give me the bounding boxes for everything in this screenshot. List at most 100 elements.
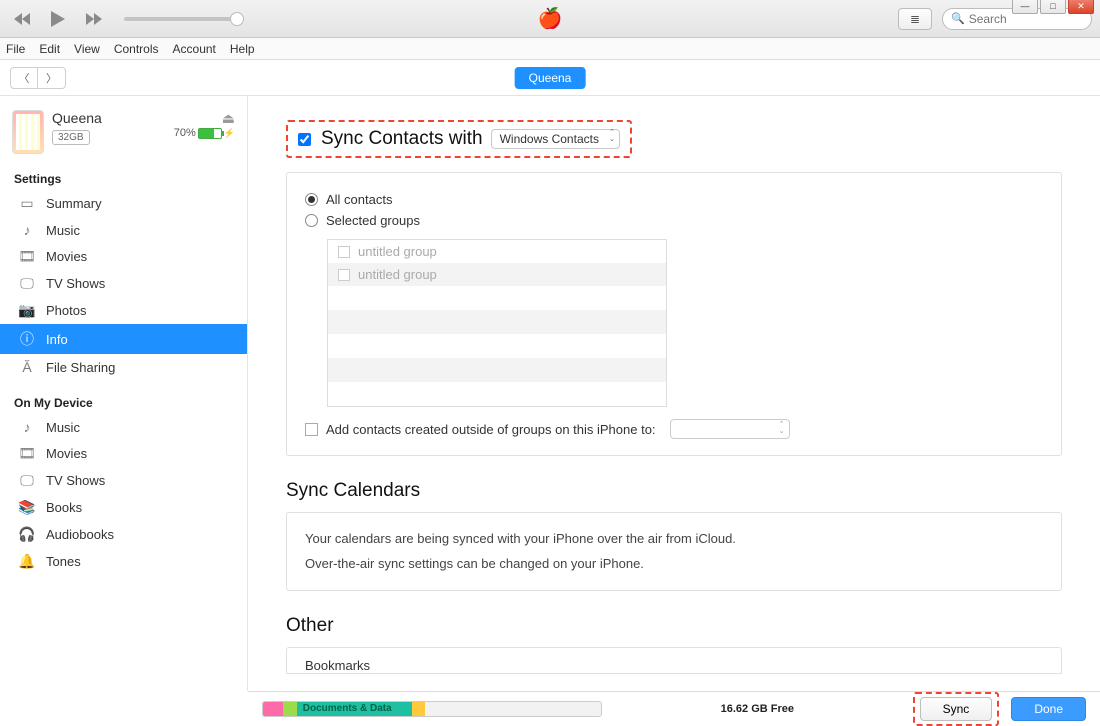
sidebar-item-movies[interactable]: 🎞 Movies <box>0 243 247 270</box>
sync-contacts-title: Sync Contacts with <box>321 128 483 150</box>
sidebar-item-music[interactable]: ♪ Music <box>0 217 247 243</box>
calendars-line1: Your calendars are being synced with you… <box>305 527 1043 552</box>
tv-icon: 🖵 <box>18 472 36 489</box>
music-icon: ♪ <box>18 222 36 238</box>
sidebar: Queena 32GB ⏏ 70% ⚡ Settings ▭Summary ♪M… <box>0 96 248 691</box>
sidebar-label: Movies <box>46 249 87 264</box>
calendars-line2: Over-the-air sync settings can be change… <box>305 552 1043 577</box>
usage-seg <box>412 702 426 716</box>
prev-track-button[interactable] <box>8 8 36 30</box>
capacity-badge: 32GB <box>52 130 90 145</box>
movies-icon: 🎞 <box>18 445 36 462</box>
sync-contacts-checkbox[interactable] <box>298 133 311 146</box>
contacts-panel: All contacts Selected groups untitled gr… <box>286 172 1062 456</box>
close-button[interactable]: ✕ <box>1068 0 1094 14</box>
summary-icon: ▭ <box>18 195 36 212</box>
highlight-sync-button: Sync <box>913 692 1000 726</box>
body: Queena 32GB ⏏ 70% ⚡ Settings ▭Summary ♪M… <box>0 96 1100 691</box>
radio-label: All contacts <box>326 192 392 207</box>
sidebar-label: TV Shows <box>46 276 105 291</box>
radio-all-contacts[interactable]: All contacts <box>305 189 1043 210</box>
books-icon: 📚 <box>18 499 36 516</box>
sidebar-label: Music <box>46 420 80 435</box>
info-icon: ⓘ <box>18 329 36 349</box>
sidebar-label: Summary <box>46 196 102 211</box>
nav-row: 〈 〉 Queena <box>0 60 1100 96</box>
device-header: Queena 32GB ⏏ 70% ⚡ <box>0 106 247 162</box>
sidebar-item-info[interactable]: ⓘ Info <box>0 324 247 354</box>
menu-bar: File Edit View Controls Account Help <box>0 38 1100 60</box>
group-row[interactable]: untitled group <box>328 263 666 286</box>
sidebar-dev-tones[interactable]: 🔔Tones <box>0 548 247 575</box>
storage-usage-bar[interactable]: Documents & Data <box>262 701 602 717</box>
sidebar-dev-audiobooks[interactable]: 🎧Audiobooks <box>0 521 247 548</box>
next-track-button[interactable] <box>80 8 108 30</box>
menu-view[interactable]: View <box>74 42 100 56</box>
sidebar-label: Photos <box>46 303 86 318</box>
battery-indicator: 70% ⚡ <box>174 127 235 139</box>
calendars-title: Sync Calendars <box>286 480 1062 502</box>
volume-slider[interactable] <box>124 17 244 21</box>
group-row-empty <box>328 334 666 358</box>
group-row[interactable]: untitled group <box>328 240 666 263</box>
menu-file[interactable]: File <box>6 42 25 56</box>
group-label: untitled group <box>358 244 437 259</box>
battery-icon <box>198 128 222 139</box>
eject-icon[interactable]: ⏏ <box>222 110 235 126</box>
group-row-empty <box>328 358 666 382</box>
usage-seg-free <box>425 702 601 716</box>
sidebar-item-summary[interactable]: ▭ Summary <box>0 190 247 217</box>
volume-knob[interactable] <box>230 12 244 26</box>
sidebar-label: File Sharing <box>46 360 115 375</box>
sidebar-label: Tones <box>46 554 81 569</box>
sidebar-label: Books <box>46 500 82 515</box>
play-button[interactable] <box>44 8 72 30</box>
list-view-button[interactable]: ≣ <box>898 8 932 30</box>
other-title: Other <box>286 615 1062 637</box>
free-space-label: 16.62 GB Free <box>721 703 794 715</box>
add-outside-label: Add contacts created outside of groups o… <box>326 422 656 437</box>
menu-account[interactable]: Account <box>173 42 216 56</box>
sidebar-dev-movies[interactable]: 🎞Movies <box>0 440 247 467</box>
forward-button[interactable]: 〉 <box>38 67 66 89</box>
add-outside-checkbox[interactable] <box>305 423 318 436</box>
calendars-panel: Your calendars are being synced with you… <box>286 512 1062 591</box>
maximize-button[interactable]: □ <box>1040 0 1066 14</box>
device-pill[interactable]: Queena <box>515 67 586 89</box>
sidebar-item-filesharing[interactable]: ĂFile Sharing <box>0 354 247 380</box>
sidebar-item-tvshows[interactable]: 🖵TV Shows <box>0 270 247 297</box>
menu-edit[interactable]: Edit <box>39 42 60 56</box>
playback-controls <box>8 8 244 30</box>
sidebar-item-photos[interactable]: 📷 Photos <box>0 297 247 324</box>
usage-seg <box>283 702 297 716</box>
bookmarks-label: Bookmarks <box>305 658 1043 673</box>
group-checkbox[interactable] <box>338 269 350 281</box>
menu-help[interactable]: Help <box>230 42 255 56</box>
sidebar-dev-music[interactable]: ♪Music <box>0 414 247 440</box>
minimize-button[interactable]: — <box>1012 0 1038 14</box>
sync-contacts-select[interactable]: Windows Contacts <box>491 129 620 149</box>
group-row-empty <box>328 286 666 310</box>
movies-icon: 🎞 <box>18 248 36 265</box>
back-button[interactable]: 〈 <box>10 67 38 89</box>
done-button[interactable]: Done <box>1011 697 1086 721</box>
photos-icon: 📷 <box>18 302 36 319</box>
sidebar-dev-tvshows[interactable]: 🖵 TV Shows <box>0 467 247 494</box>
usage-seg <box>263 702 283 716</box>
sidebar-dev-books[interactable]: 📚 Books <box>0 494 247 521</box>
sidebar-label: TV Shows <box>46 473 105 488</box>
radio-selected-groups[interactable]: Selected groups <box>305 210 1043 231</box>
group-row-empty <box>328 382 666 406</box>
sync-button[interactable]: Sync <box>920 697 993 721</box>
group-row-empty <box>328 310 666 334</box>
group-label: untitled group <box>358 267 437 282</box>
sidebar-label: Music <box>46 223 80 238</box>
sidebar-label: Info <box>46 332 68 347</box>
radio-icon <box>305 193 318 206</box>
device-thumbnail <box>12 110 44 154</box>
sidebar-label: Audiobooks <box>46 527 114 542</box>
add-outside-select[interactable] <box>670 419 790 439</box>
titlebar: 🍎 ≣ 🔍 — □ ✕ <box>0 0 1100 38</box>
menu-controls[interactable]: Controls <box>114 42 159 56</box>
group-checkbox[interactable] <box>338 246 350 258</box>
